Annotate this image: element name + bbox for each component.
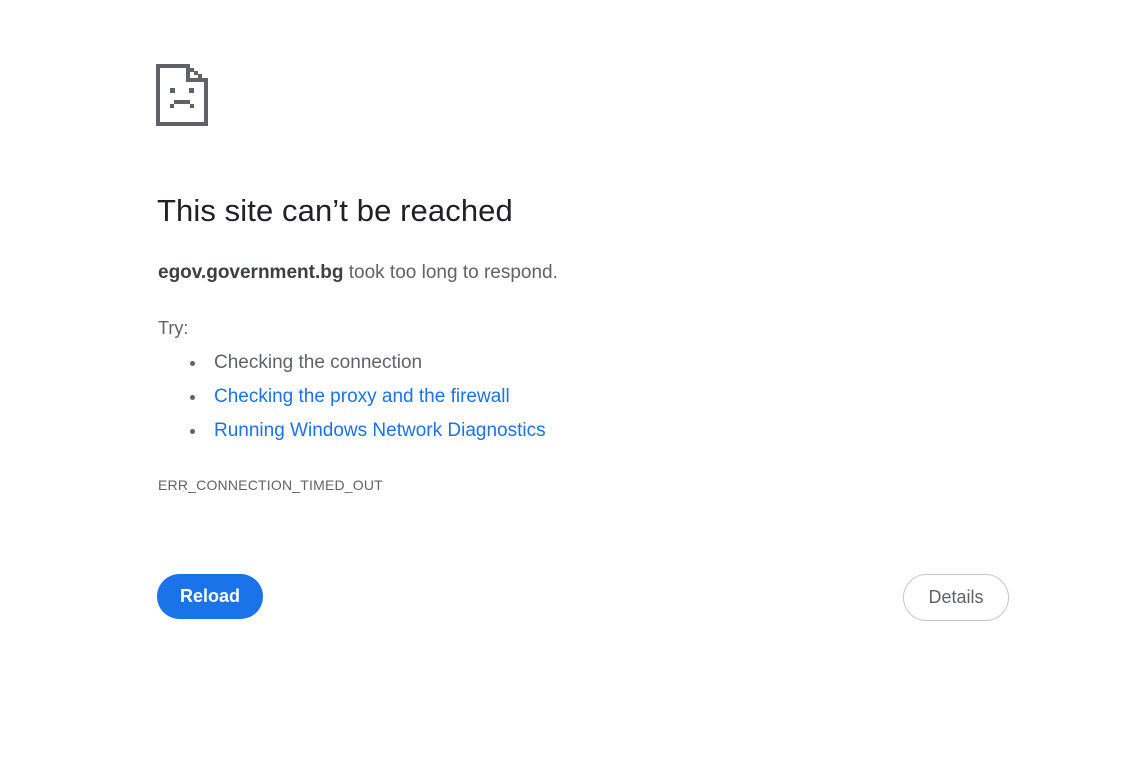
error-code: ERR_CONNECTION_TIMED_OUT — [158, 477, 383, 493]
suggestion-check-connection: Checking the connection — [190, 349, 546, 383]
sad-document-icon — [156, 64, 208, 126]
error-message-text: took too long to respond. — [343, 262, 558, 283]
suggestion-network-diagnostics-link[interactable]: Running Windows Network Diagnostics — [190, 417, 546, 451]
reload-button[interactable]: Reload — [157, 574, 263, 619]
error-host: egov.government.bg — [158, 262, 344, 283]
details-button[interactable]: Details — [903, 574, 1009, 621]
suggestion-check-proxy-firewall-link[interactable]: Checking the proxy and the firewall — [190, 383, 546, 417]
error-page: This site can’t be reached egov.governme… — [0, 0, 1140, 760]
try-label: Try: — [158, 318, 189, 338]
suggestion-list: Checking the connection Checking the pro… — [190, 349, 546, 451]
page-title: This site can’t be reached — [157, 193, 513, 228]
error-message: egov.government.bg took too long to resp… — [158, 262, 558, 284]
